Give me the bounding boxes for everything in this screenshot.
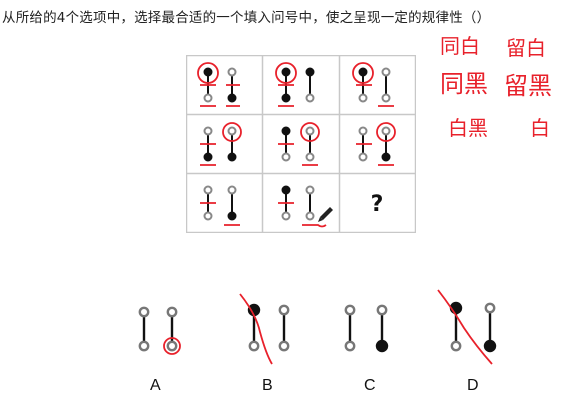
option-d-figure[interactable] [449,301,497,353]
puzzle-grid: ? [186,55,416,233]
option-c-figure[interactable] [344,304,389,353]
option-annotations [163,289,493,365]
handwritten-note-2: 留白 [506,36,546,60]
option-b-figure[interactable] [247,303,290,352]
handwritten-note-1: 同白 [440,34,480,58]
option-a-label[interactable]: A [150,377,161,395]
option-b-label[interactable]: B [262,377,273,395]
grid-annotations [197,62,396,228]
handwritten-note-5: 白黑 [448,116,488,140]
option-d-label[interactable]: D [467,377,479,395]
option-c-label[interactable]: C [364,377,376,395]
pen-icon [318,207,333,222]
handwritten-note-6: 白 [530,116,550,140]
option-a-figure[interactable] [138,306,178,352]
question-text: 从所给的4个选项中，选择最合适的一个填入问号中，使之呈现一定的规律性（） [2,10,491,26]
handwritten-note-4: 留黑 [504,72,552,100]
handwritten-note-3: 同黑 [440,70,488,98]
answer-options [138,289,497,365]
unknown-cell-mark: ? [371,192,384,217]
